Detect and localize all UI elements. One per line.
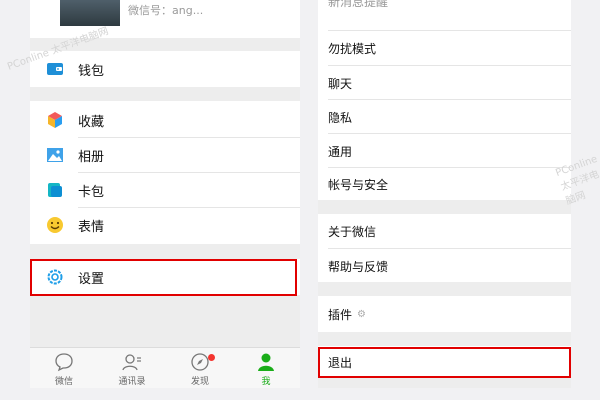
wallet-icon [47,63,63,75]
tab-me-label: 我 [261,377,271,387]
stickers-item[interactable]: 表情 [30,208,300,242]
tab-contacts[interactable]: 通讯录 [102,352,162,387]
privacy-label: 隐私 [328,110,353,125]
tab-chats[interactable]: 微信 [34,352,94,387]
settings-group-plugins: 插件 ⚙ [318,296,571,332]
wallet-card: 钱包 [30,51,300,87]
settings-item-help-feedback[interactable]: 帮助与反馈 [328,249,571,283]
avatar[interactable] [60,0,120,26]
cards-item[interactable]: 卡包 [30,173,300,207]
settings-item-new-message[interactable]: 新消息提醒 [328,0,571,18]
features-card: 收藏 相册 卡包 表情 [30,101,300,244]
cards-label: 卡包 [78,184,105,200]
do-not-disturb-label: 勿扰模式 [328,41,377,56]
plugins-label: 插件 [328,307,353,322]
profile-wechat-id: 微信号：ang... [128,4,204,17]
tab-contacts-label: 通讯录 [118,377,146,387]
settings-item-do-not-disturb[interactable]: 勿扰模式 [328,31,571,65]
person-icon [258,353,274,371]
contacts-icon [122,354,141,371]
chat-icon [55,353,73,372]
about-label: 关于微信 [328,224,377,239]
settings-group-main: 新消息提醒 勿扰模式 聊天 隐私 通用 帐号与安全 [318,0,571,200]
settings-item-plugins[interactable]: 插件 ⚙ [328,297,571,331]
settings-item-chat[interactable]: 聊天 [328,66,571,100]
tab-discover-label: 发现 [190,377,209,387]
account-security-label: 帐号与安全 [328,177,389,192]
stickers-label: 表情 [78,219,105,235]
settings-item-privacy[interactable]: 隐私 [328,100,571,134]
me-page-panel: 微信号：ang... 钱包 收藏 相册 卡包 表情 设置 微信 通讯录 发现 我 [30,0,300,388]
album-label: 相册 [78,149,105,165]
settings-highlight-box [30,259,297,296]
tab-me[interactable]: 我 [236,352,296,387]
wallet-item[interactable]: 钱包 [30,52,300,86]
card-pack-icon [48,183,62,197]
settings-group-about: 关于微信 帮助与反馈 [318,214,571,282]
profile-card[interactable]: 微信号：ang... [30,0,300,38]
plugin-gear-icon: ⚙ [357,308,366,320]
bottom-tab-bar: 微信 通讯录 发现 我 [30,347,300,388]
tab-chats-label: 微信 [54,377,73,387]
settings-item-account-security[interactable]: 帐号与安全 [328,167,571,201]
help-feedback-label: 帮助与反馈 [328,259,389,274]
cube-icon [48,112,62,128]
favorites-item[interactable]: 收藏 [30,103,300,137]
compass-icon [191,353,209,371]
settings-item-about[interactable]: 关于微信 [328,214,571,248]
general-label: 通用 [328,144,353,159]
album-item[interactable]: 相册 [30,138,300,172]
image-icon [47,148,63,162]
notification-dot [208,354,215,361]
chat-label: 聊天 [328,76,353,91]
new-message-label: 新消息提醒 [328,0,389,9]
logout-highlight-box [318,347,571,378]
smiley-icon [47,217,63,233]
settings-item-general[interactable]: 通用 [328,134,571,168]
settings-page-panel: 新消息提醒 勿扰模式 聊天 隐私 通用 帐号与安全 关于微信 帮助与反馈 插件 … [318,0,571,388]
wallet-label: 钱包 [78,63,105,79]
tab-discover[interactable]: 发现 [170,352,230,387]
favorites-label: 收藏 [78,114,105,130]
